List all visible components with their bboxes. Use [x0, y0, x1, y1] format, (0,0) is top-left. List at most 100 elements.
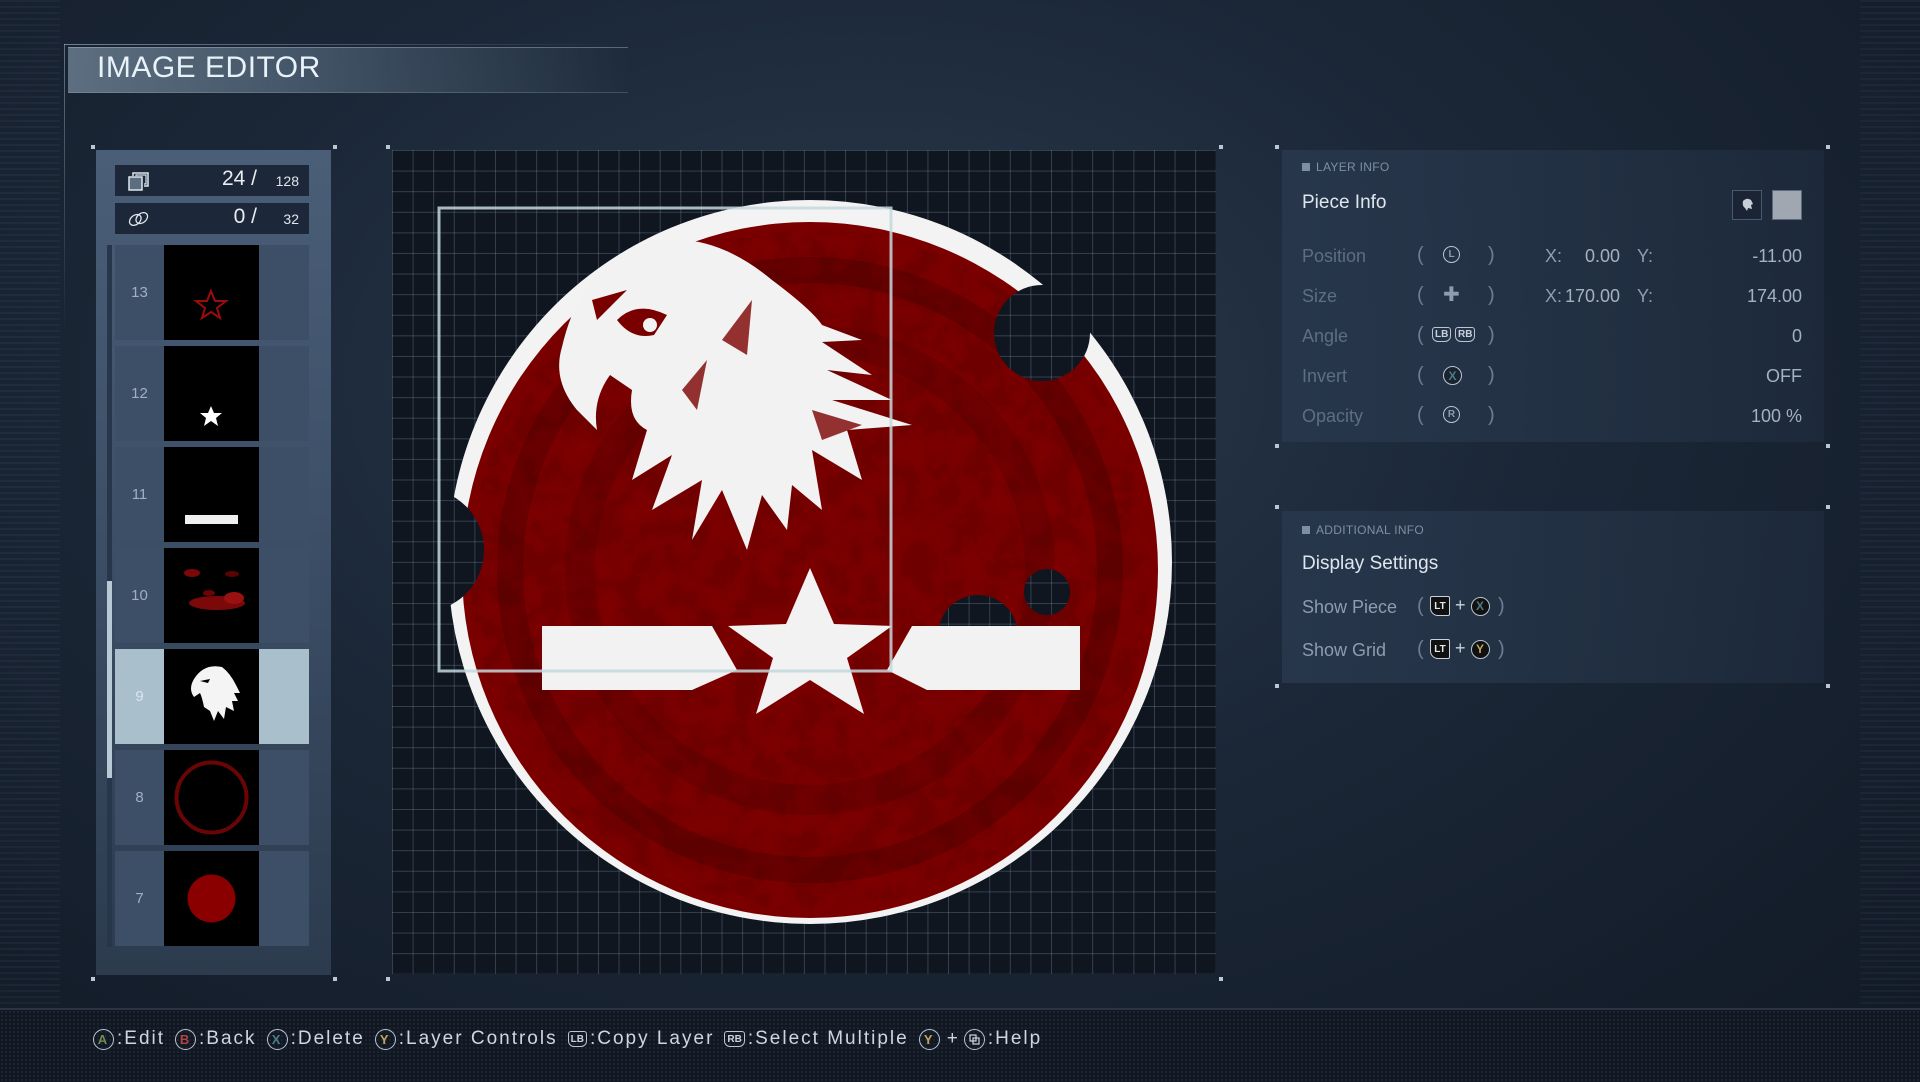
panel-title: Piece Info	[1302, 192, 1387, 213]
lb-button-icon: LB	[567, 1031, 587, 1047]
layer-number: 9	[115, 649, 164, 744]
corner-marker	[386, 977, 390, 981]
lt-trigger-icon: LT	[1430, 596, 1450, 617]
x-button-icon: X	[1470, 596, 1490, 616]
left-stick-icon: L	[1443, 246, 1460, 264]
hint-layer-controls[interactable]: Y :Layer Controls	[374, 1028, 558, 1050]
corner-marker	[1826, 684, 1830, 688]
corner-marker	[1275, 684, 1279, 688]
lt-trigger-icon: LT	[1430, 639, 1450, 660]
view-button-icon	[963, 1028, 985, 1050]
hint-back[interactable]: B :Back	[175, 1028, 257, 1050]
opacity-value: 100 %	[1750, 406, 1802, 426]
corner-marker	[333, 977, 337, 981]
a-button-icon: A	[93, 1028, 114, 1050]
corner-marker	[1219, 977, 1223, 981]
layer-number: 13	[115, 245, 164, 340]
layer-count-current: 24 /	[221, 167, 257, 190]
piece-preview[interactable]	[1732, 190, 1762, 220]
link-count-current: 0 /	[233, 205, 257, 228]
layer-row[interactable]: 13	[115, 245, 309, 340]
emblem	[437, 200, 1172, 924]
piece-color-swatch[interactable]	[1772, 190, 1802, 220]
corner-marker	[1826, 444, 1830, 448]
link-count-max: 32	[283, 211, 299, 227]
property-opacity[interactable]: Opacity ( R ) 100 %	[1302, 402, 1807, 432]
layer-thumbnail-red-grunge	[164, 548, 259, 643]
layer-number: 12	[115, 346, 164, 441]
frame-line	[64, 44, 624, 45]
property-position[interactable]: Position ( L ) X: 0.00 Y: -11.00	[1302, 242, 1807, 272]
right-stick-icon: R	[1443, 406, 1460, 424]
frame-line	[64, 44, 65, 334]
section-label: LAYER INFO	[1302, 160, 1389, 174]
layer-number: 11	[115, 447, 164, 542]
page-title: IMAGE EDITOR	[97, 51, 321, 84]
layer-thumbnail-white-star	[164, 346, 259, 441]
position-x-value: 0.00	[1584, 246, 1620, 266]
layer-list-scroll-thumb[interactable]	[107, 581, 112, 778]
corner-marker	[91, 977, 95, 981]
invert-value: OFF	[1766, 366, 1802, 386]
position-y-value: -11.00	[1752, 246, 1802, 266]
decorative-stripe-right	[1860, 0, 1920, 1008]
lb-button-icon: LB	[1432, 327, 1452, 343]
corner-marker	[333, 145, 337, 149]
hint-edit[interactable]: A :Edit	[93, 1028, 165, 1050]
corner-marker	[1275, 444, 1279, 448]
hint-delete[interactable]: X :Delete	[266, 1028, 365, 1050]
layer-row[interactable]: 7	[115, 851, 309, 946]
corner-marker	[91, 145, 95, 149]
x-button-icon: X	[1443, 366, 1462, 385]
property-size[interactable]: Size ( ✚ ) X: 170.00 Y: 174.00	[1302, 282, 1807, 312]
layer-count: 24 / 128	[115, 165, 309, 196]
angle-value: 0	[1791, 326, 1802, 346]
layer-row-selected[interactable]: 9	[115, 649, 309, 744]
layer-row[interactable]: 10	[115, 548, 309, 643]
dpad-icon: ✚	[1443, 284, 1460, 306]
y-button-icon: Y	[374, 1028, 396, 1050]
y-button-icon: Y	[918, 1028, 940, 1050]
eagle-icon	[1742, 198, 1753, 211]
layer-number: 8	[115, 750, 164, 845]
decorative-stripe-left	[0, 0, 60, 1008]
layer-thumbnail-red-ring	[164, 750, 259, 845]
layer-row[interactable]: 12	[115, 346, 309, 441]
editor-canvas[interactable]	[392, 150, 1216, 974]
corner-marker	[1826, 505, 1830, 509]
layer-number: 7	[115, 851, 164, 946]
corner-marker	[386, 145, 390, 149]
button-hints-bar: A :Edit B :Back X :Delete Y :Layer Contr…	[0, 1008, 1920, 1082]
layer-thumbnail-red-circle	[164, 851, 259, 946]
additional-info-panel: ADDITIONAL INFO Display Settings Show Pi…	[1282, 511, 1824, 683]
link-count: 0 / 32	[115, 203, 309, 234]
size-x-value: 170.00	[1564, 286, 1620, 306]
panel-title: Display Settings	[1302, 553, 1439, 574]
setting-show-grid[interactable]: Show Grid ( LT + Y )	[1302, 636, 1807, 666]
hint-copy-layer[interactable]: LB :Copy Layer	[567, 1028, 715, 1050]
layers-icon	[128, 172, 149, 191]
corner-marker	[1826, 145, 1830, 149]
property-invert[interactable]: Invert ( X ) OFF	[1302, 362, 1807, 392]
layer-thumbnail-red-star-outline	[164, 245, 259, 340]
hint-select-multiple[interactable]: RB :Select Multiple	[724, 1028, 908, 1050]
setting-show-piece[interactable]: Show Piece ( LT + X )	[1302, 593, 1807, 623]
b-button-icon: B	[175, 1028, 197, 1050]
layer-thumbnail-white-bar	[164, 447, 259, 542]
layer-count-max: 128	[275, 173, 299, 189]
section-label: ADDITIONAL INFO	[1302, 523, 1424, 537]
size-y-value: 174.00	[1746, 286, 1802, 306]
layer-thumbnail-eagle-head	[164, 649, 259, 744]
layer-info-panel: LAYER INFO Piece Info Position ( L ) X: …	[1282, 150, 1824, 442]
hint-help[interactable]: Y + :Help	[918, 1028, 1042, 1050]
rb-button-icon: RB	[724, 1031, 745, 1047]
link-icon	[128, 211, 149, 227]
property-angle[interactable]: Angle ( LB RB ) 0	[1302, 322, 1807, 352]
layer-row[interactable]: 8	[115, 750, 309, 845]
layer-row[interactable]: 11	[115, 447, 309, 542]
x-button-icon: X	[266, 1028, 288, 1050]
corner-marker	[1219, 145, 1223, 149]
corner-marker	[1275, 145, 1279, 149]
y-button-icon: Y	[1470, 639, 1490, 659]
rb-button-icon: RB	[1454, 327, 1476, 343]
